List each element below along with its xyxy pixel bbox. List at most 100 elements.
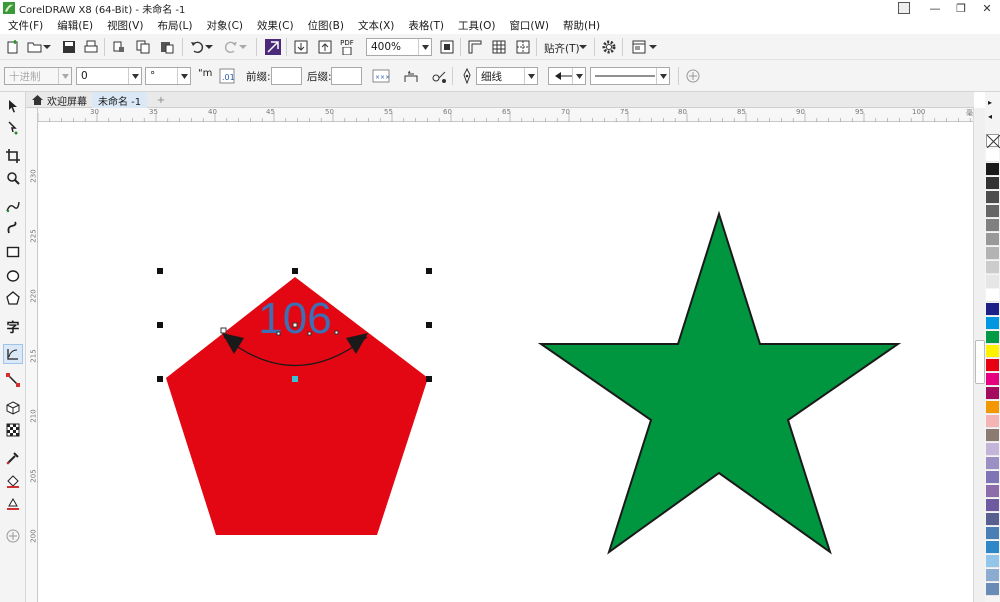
interactive-fill-tool-icon[interactable] [3,472,23,492]
polygon-tool-icon[interactable] [3,288,23,308]
selection-handle-middle-right[interactable] [426,322,432,328]
menu-view[interactable]: 视图(V) [107,18,143,33]
suffix-input[interactable] [331,67,362,85]
color-swatch[interactable] [986,485,999,498]
undo-dropdown-icon[interactable] [204,38,214,56]
color-swatch[interactable] [986,317,999,330]
menu-tools[interactable]: 工具(O) [458,18,495,33]
smart-fill-tool-icon[interactable] [3,494,23,514]
options-gear-icon[interactable] [600,38,618,56]
eyedropper-tool-icon[interactable] [3,448,23,468]
menu-layout[interactable]: 布局(L) [157,18,192,33]
show-units-toggle[interactable]: "m [198,68,212,79]
vertical-scrollbar[interactable] [973,108,985,602]
freehand-tool-icon[interactable] [3,196,23,216]
drawing-canvas[interactable]: 106 [38,122,973,602]
line-style-select[interactable] [590,67,670,85]
transparency-tool-icon[interactable] [3,420,23,440]
snap-to-dropdown-icon[interactable] [578,38,588,56]
extension-line-options-icon[interactable] [430,67,448,85]
rectangle-tool-icon[interactable] [3,242,23,262]
color-swatch[interactable] [986,541,999,554]
import-icon[interactable] [292,38,310,56]
color-swatch[interactable] [986,583,999,596]
dimension-units-select[interactable]: ° [145,67,191,85]
color-swatch[interactable] [986,401,999,414]
interactive-3d-tool-icon[interactable] [3,398,23,418]
center-x-icon[interactable] [292,322,298,328]
horizontal-ruler[interactable]: 30 35 40 45 50 55 60 65 70 75 80 85 90 9… [38,108,985,122]
add-quick-customize-icon[interactable] [684,67,702,85]
color-swatch[interactable] [986,289,999,302]
show-leading-zero-icon[interactable]: ××× [372,67,390,85]
menu-text[interactable]: 文本(X) [358,18,394,33]
prefix-input[interactable] [271,67,302,85]
connector-tool-icon[interactable] [3,370,23,390]
user-account-icon[interactable] [898,2,910,14]
color-swatch[interactable] [986,177,999,190]
text-position-icon[interactable]: ▴ [402,67,420,85]
text-node-handle[interactable] [307,331,312,336]
dimension-style-select[interactable]: 十进制 [4,67,72,85]
menu-table[interactable]: 表格(T) [408,18,444,33]
pick-tool-icon[interactable] [3,96,23,116]
publish-pdf-icon[interactable]: PDF [338,38,356,56]
text-node-handle[interactable] [276,331,281,336]
text-tool-icon[interactable]: 字 [3,316,23,336]
add-tool-icon[interactable] [3,526,23,546]
color-swatch[interactable] [986,513,999,526]
search-content-icon[interactable] [264,38,282,56]
text-node-handle[interactable] [220,327,227,334]
scrollbar-thumb[interactable] [975,340,985,384]
selection-handle-top-right[interactable] [426,268,432,274]
menu-window[interactable]: 窗口(W) [509,18,549,33]
outline-pen-icon[interactable] [458,67,476,85]
redo-dropdown-icon[interactable] [238,38,248,56]
color-swatch[interactable] [986,219,999,232]
export-icon[interactable] [316,38,334,56]
restore-button[interactable]: ❐ [948,2,974,15]
star-shape[interactable] [537,210,902,555]
start-arrowhead-select[interactable] [548,67,586,85]
color-swatch[interactable] [986,163,999,176]
color-swatch[interactable] [986,331,999,344]
selection-handle-bottom-right[interactable] [426,376,432,382]
color-swatch[interactable] [986,359,999,372]
selection-handle-bottom-left[interactable] [157,376,163,382]
menu-file[interactable]: 文件(F) [8,18,43,33]
color-swatch[interactable] [986,569,999,582]
menu-object[interactable]: 对象(C) [207,18,244,33]
selection-handle-bottom-middle[interactable] [292,376,298,382]
shape-tool-icon[interactable] [3,118,23,138]
dynamic-dimension-icon[interactable]: .01 [218,67,236,85]
color-swatch[interactable] [986,191,999,204]
color-swatch[interactable] [986,415,999,428]
color-swatch[interactable] [986,275,999,288]
cut-icon[interactable] [110,38,128,56]
color-swatch[interactable] [986,471,999,484]
color-swatch[interactable] [986,429,999,442]
dimension-value-text[interactable]: 106 [258,294,331,343]
menu-help[interactable]: 帮助(H) [563,18,600,33]
selection-handle-middle-left[interactable] [157,322,163,328]
application-launcher-icon[interactable] [630,38,648,56]
show-rulers-icon[interactable] [466,38,484,56]
artistic-media-tool-icon[interactable] [3,218,23,238]
parallel-dimension-tool-icon[interactable] [3,344,23,364]
show-guidelines-icon[interactable] [514,38,532,56]
minimize-button[interactable]: — [922,2,948,15]
menu-bitmaps[interactable]: 位图(B) [308,18,344,33]
menu-effects[interactable]: 效果(C) [257,18,294,33]
color-swatch[interactable] [986,261,999,274]
color-swatch[interactable] [986,443,999,456]
color-swatch[interactable] [986,345,999,358]
color-swatch[interactable] [986,205,999,218]
text-node-handle[interactable] [334,330,339,335]
color-swatch[interactable] [986,303,999,316]
print-icon[interactable] [82,38,100,56]
color-swatch[interactable] [986,387,999,400]
tab-welcome-screen[interactable]: 欢迎屏幕 [26,92,93,108]
outline-width-select[interactable]: 细线 [476,67,538,85]
no-fill-swatch[interactable] [986,134,1000,149]
save-icon[interactable] [60,38,78,56]
